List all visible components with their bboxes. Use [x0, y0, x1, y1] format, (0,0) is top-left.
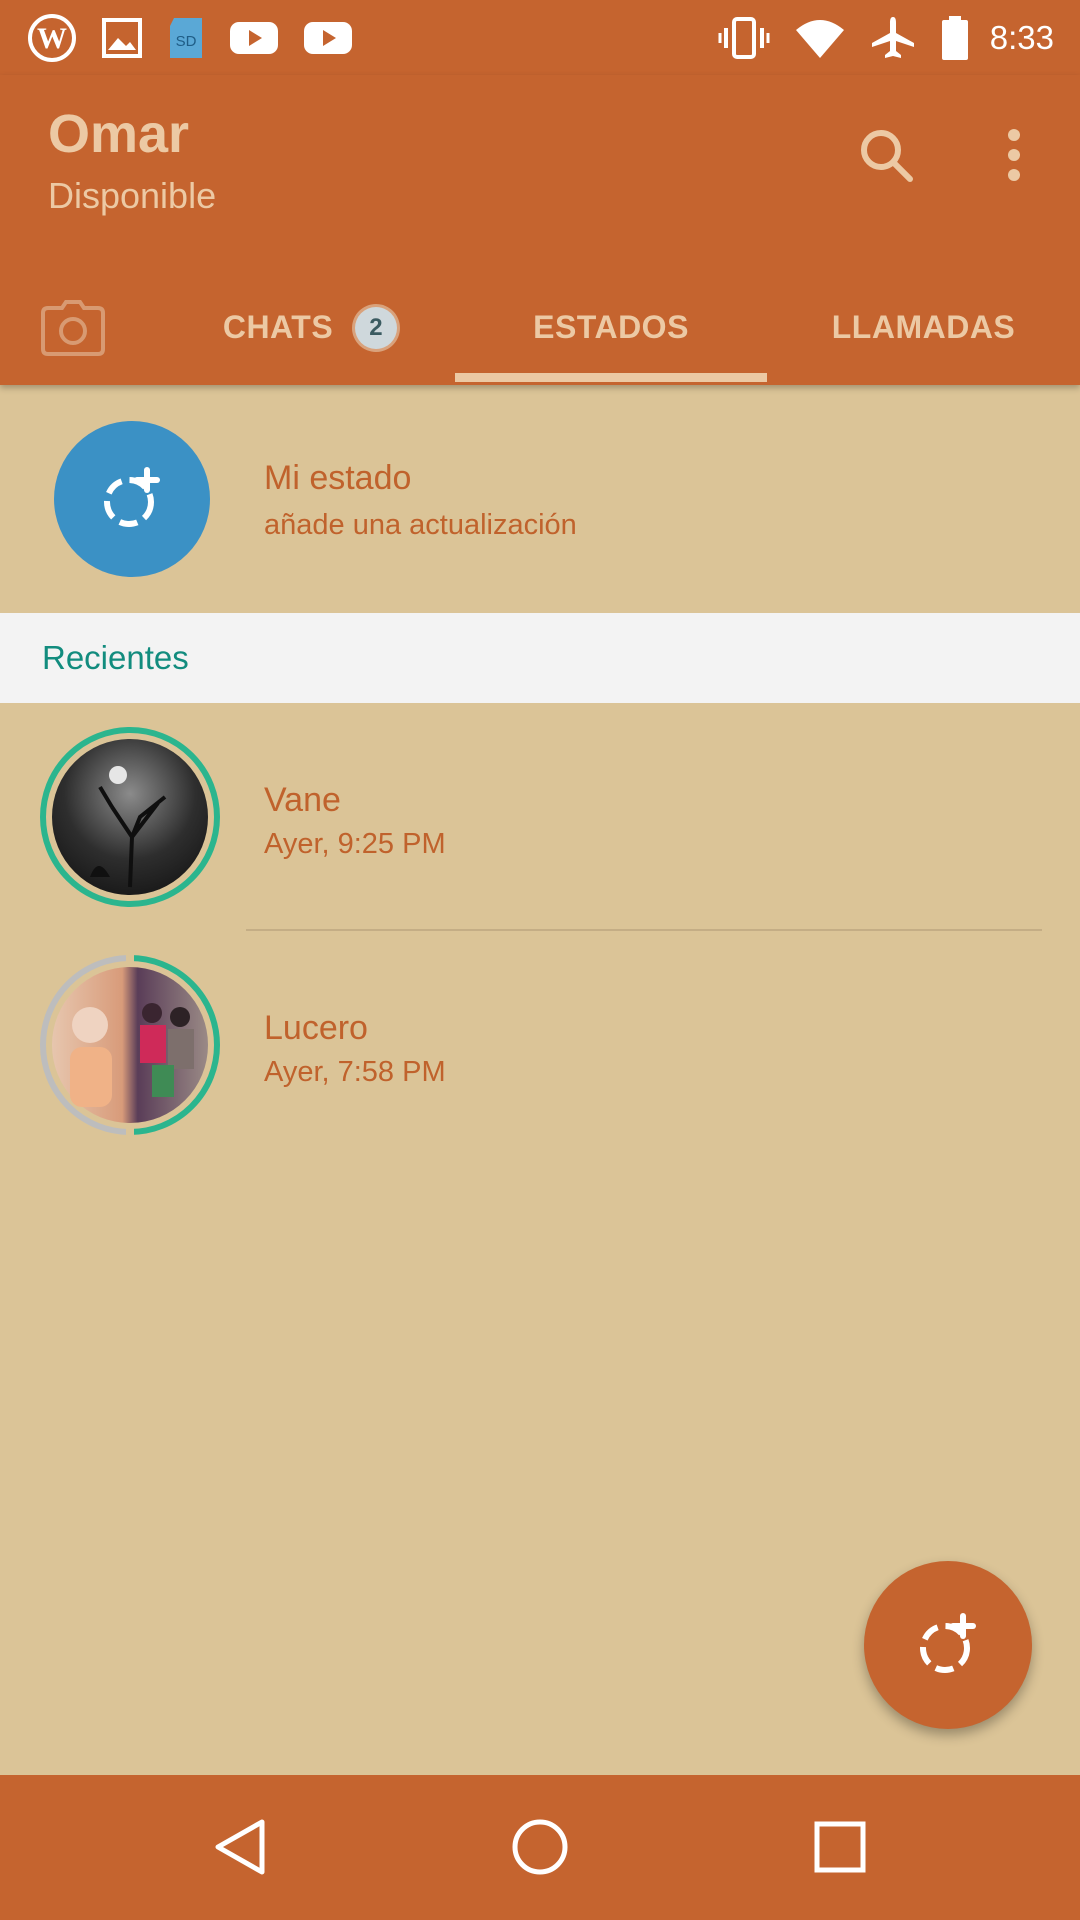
add-status-icon	[920, 1613, 976, 1673]
tab-llamadas-label: LLAMADAS	[831, 309, 1016, 345]
svg-text:SD: SD	[176, 33, 197, 50]
youtube-icon	[302, 18, 354, 58]
status-list-item[interactable]: Lucero Ayer, 7:58 PM	[0, 931, 1080, 1157]
recent-section-header: Recientes	[0, 613, 1080, 703]
app-header: Omar Disponible CHATS 2 ESTADOS LLAMADAS	[0, 75, 1080, 385]
section-title: Recientes	[42, 639, 189, 676]
unread-count-badge: 2	[355, 306, 398, 349]
new-status-button[interactable]	[864, 1561, 1032, 1729]
selected-tab-indicator	[455, 373, 767, 382]
tab-chats-label: CHATS	[222, 309, 334, 345]
home-icon	[512, 1819, 568, 1875]
sd-card-icon: SD	[166, 16, 206, 60]
recents-button[interactable]	[790, 1805, 890, 1889]
wifi-icon	[794, 16, 846, 60]
clock: 8:33	[989, 19, 1054, 56]
tab-llamadas[interactable]: LLAMADAS	[767, 270, 1080, 385]
camera-icon	[40, 299, 105, 356]
avatar[interactable]	[40, 727, 220, 907]
status-time: Ayer, 7:58 PM	[264, 1056, 446, 1088]
home-button[interactable]	[490, 1805, 590, 1889]
add-status-icon	[104, 467, 160, 527]
tab-camera[interactable]	[20, 270, 125, 385]
youtube-icon	[228, 18, 280, 58]
tab-estados[interactable]: ESTADOS	[455, 270, 767, 385]
avatar[interactable]	[40, 955, 220, 1135]
tab-chats[interactable]: CHATS 2	[160, 270, 460, 385]
my-status-row[interactable]: Mi estado añade una actualización	[0, 387, 1080, 612]
gallery-icon	[100, 16, 144, 60]
navigation-bar	[0, 1775, 1080, 1920]
contact-name: Vane	[264, 781, 341, 819]
page-title[interactable]: Omar	[48, 103, 189, 165]
my-status-avatar[interactable]	[54, 421, 210, 577]
tab-bar: CHATS 2 ESTADOS LLAMADAS	[0, 270, 1080, 385]
status-list-item[interactable]: Vane Ayer, 9:25 PM	[0, 703, 1080, 929]
vibrate-icon	[718, 16, 770, 60]
recents-icon	[814, 1821, 866, 1873]
airplane-icon	[870, 15, 916, 61]
back-button[interactable]	[190, 1805, 290, 1889]
contact-name: Lucero	[264, 1009, 368, 1047]
status-time: Ayer, 9:25 PM	[264, 828, 446, 860]
my-status-subtitle: añade una actualización	[264, 509, 577, 541]
more-options-button[interactable]	[974, 115, 1054, 195]
tab-estados-label: ESTADOS	[533, 309, 689, 345]
svg-text:W: W	[37, 22, 67, 55]
wordpress-icon: W	[26, 12, 78, 64]
battery-icon	[940, 15, 970, 61]
search-button[interactable]	[846, 115, 926, 195]
user-status-text: Disponible	[48, 175, 217, 216]
more-vert-icon	[1008, 129, 1020, 181]
back-icon	[215, 1819, 265, 1875]
search-icon	[861, 130, 913, 182]
status-bar: W SD 8:33	[0, 0, 1080, 75]
my-status-title: Mi estado	[264, 459, 412, 497]
